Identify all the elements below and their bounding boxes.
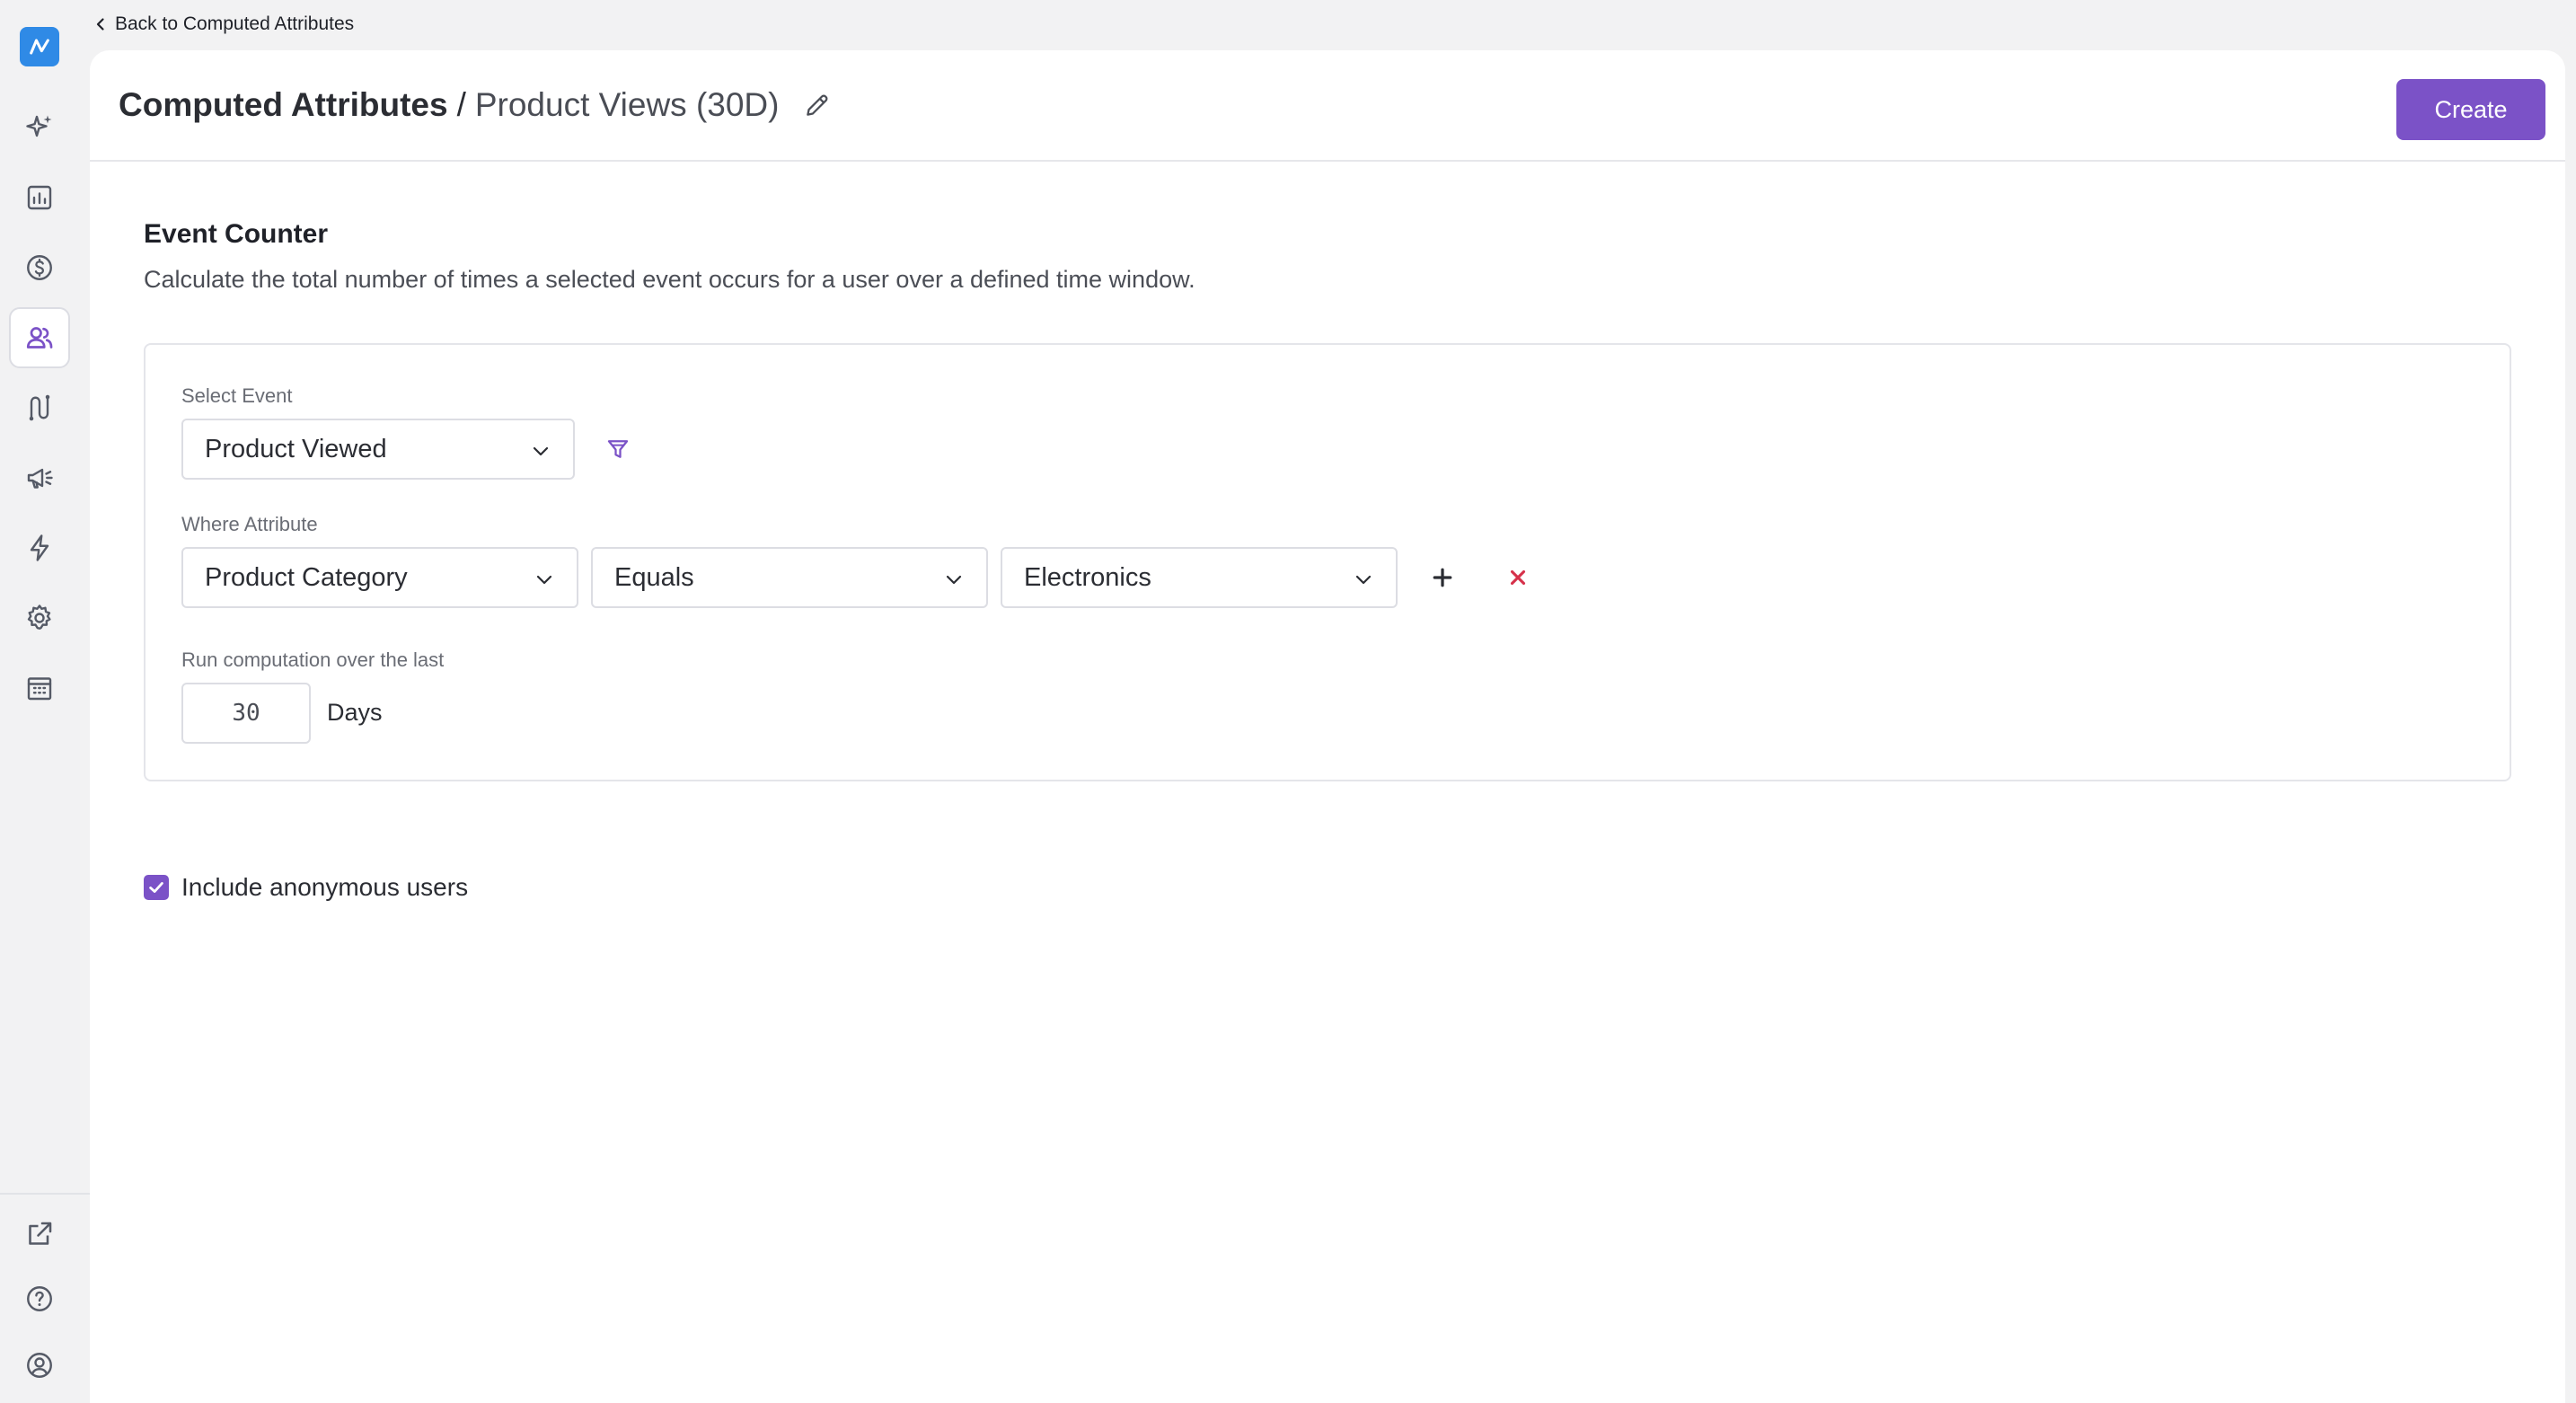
event-select[interactable]: Product Viewed — [181, 419, 575, 480]
close-icon — [1510, 569, 1526, 586]
operator-select-value: Equals — [614, 562, 694, 592]
rail-divider — [0, 1193, 90, 1195]
dollar-icon — [27, 255, 52, 280]
nav-item-help[interactable] — [9, 1268, 70, 1329]
chevron-down-icon — [946, 575, 962, 585]
external-link-icon — [29, 1222, 52, 1245]
include-anonymous-label: Include anonymous users — [181, 873, 469, 901]
page-header: Computed Attributes / Product Views (30D… — [90, 50, 2565, 162]
create-button[interactable]: Create — [2396, 79, 2545, 140]
where-attribute-label: Where Attribute — [181, 513, 318, 535]
nav-item-settings[interactable] — [9, 587, 70, 649]
filter-button[interactable] — [600, 431, 636, 467]
nav-item-automations[interactable] — [9, 517, 70, 578]
back-link[interactable]: Back to Computed Attributes — [93, 13, 354, 36]
nav-item-campaigns[interactable] — [9, 447, 70, 508]
run-computation-label: Run computation over the last — [181, 649, 445, 671]
filter-icon — [607, 440, 629, 458]
users-icon — [26, 327, 53, 349]
event-counter-config: Select Event Product Viewed Where Attrib… — [144, 343, 2511, 781]
attribute-name: Product Views (30D) — [474, 86, 780, 123]
section-description: Calculate the total number of times a se… — [144, 266, 1195, 293]
nav-item-reports[interactable] — [9, 167, 70, 228]
profile-icon — [27, 1353, 52, 1378]
plus-icon — [1433, 568, 1452, 587]
add-condition-button[interactable] — [1425, 560, 1460, 596]
main-panel: Computed Attributes / Product Views (30D… — [90, 50, 2565, 1403]
nav-item-profile[interactable] — [9, 1335, 70, 1396]
sparkle-icon — [26, 115, 52, 137]
reports-icon — [27, 185, 52, 210]
nav-item-external[interactable] — [9, 1204, 70, 1265]
include-anonymous-option[interactable]: Include anonymous users — [144, 873, 468, 902]
attribute-select-value: Product Category — [205, 562, 408, 592]
days-input[interactable] — [181, 683, 311, 744]
operator-select[interactable]: Equals — [591, 547, 988, 608]
days-unit-label: Days — [327, 699, 383, 726]
event-select-value: Product Viewed — [205, 434, 387, 463]
pencil-icon[interactable] — [802, 90, 833, 120]
nav-item-users[interactable] — [9, 307, 70, 368]
nav-item-ai[interactable] — [9, 97, 70, 158]
chevron-left-icon — [96, 18, 104, 31]
chevron-down-icon — [533, 446, 549, 456]
breadcrumb-parent[interactable]: Computed Attributes — [119, 86, 448, 124]
gear-icon — [27, 604, 51, 630]
lightning-icon — [30, 534, 49, 561]
nav-item-journeys[interactable] — [9, 377, 70, 438]
nav-item-revenue[interactable] — [9, 237, 70, 298]
app-logo-icon[interactable] — [20, 27, 59, 66]
include-anonymous-checkbox[interactable] — [144, 875, 169, 900]
remove-condition-button[interactable] — [1500, 560, 1536, 596]
back-link-label: Back to Computed Attributes — [115, 13, 355, 34]
select-event-label: Select Event — [181, 384, 293, 407]
building-icon — [27, 677, 52, 701]
checkmark-icon — [149, 882, 163, 893]
left-nav-rail — [0, 0, 90, 1403]
attribute-select[interactable]: Product Category — [181, 547, 578, 608]
help-icon — [27, 1286, 52, 1311]
page-title: Computed Attributes / Product Views (30D… — [119, 86, 833, 124]
breadcrumb-separator: / — [456, 86, 466, 123]
value-select-value: Electronics — [1024, 562, 1151, 592]
journeys-icon — [29, 394, 50, 421]
section-title: Event Counter — [144, 219, 329, 249]
nav-item-organization[interactable] — [9, 657, 70, 719]
chevron-down-icon — [536, 575, 552, 585]
value-select[interactable]: Electronics — [1001, 547, 1398, 608]
chevron-down-icon — [1355, 575, 1372, 585]
megaphone-icon — [27, 468, 53, 489]
